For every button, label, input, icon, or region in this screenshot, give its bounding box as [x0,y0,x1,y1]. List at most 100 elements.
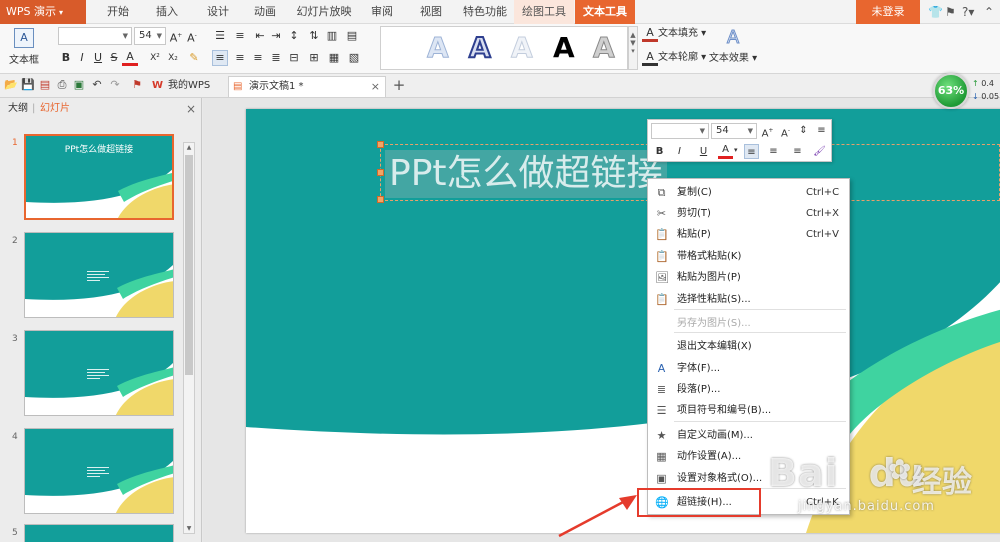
feedback-icon[interactable]: ⚑ [945,4,956,20]
bullets-icon[interactable]: ☰ [212,28,228,44]
numbering-icon[interactable]: ≡ [232,28,248,44]
tab-document[interactable]: ▤ 演示文稿1 * × [228,76,386,97]
resize-handle[interactable] [377,141,384,148]
text-style-3[interactable]: A [511,31,534,65]
close-panel-icon[interactable]: × [186,98,196,120]
distribute-icon[interactable]: ⊟ [286,50,302,66]
slide-thumbnail-3[interactable] [24,330,174,416]
scroll-thumb[interactable] [185,155,193,375]
smart-art-icon[interactable]: ▧ [346,50,362,66]
undo-icon[interactable]: ↶ [90,78,104,92]
tab-text-tools[interactable]: 文本工具 [575,0,635,24]
context-menu-item[interactable]: ☰ 项目符号和编号(B)... [649,400,850,421]
text-style-5[interactable]: A [593,31,616,65]
print-icon[interactable]: ⎙ [55,78,69,92]
align-center-icon[interactable]: ≡ [232,50,248,66]
text-effects-button[interactable]: A 文本效果 ▾ [708,27,758,65]
skin-icon[interactable]: 👕 [928,4,943,20]
context-menu-item[interactable]: 🖼 粘贴为图片(P) [649,267,850,288]
context-menu-item[interactable]: 📋 带格式粘贴(K) [649,246,850,267]
text-style-1[interactable]: A [427,31,450,65]
decrease-indent-icon[interactable]: ⇤ [252,28,268,44]
bold-button[interactable]: B [58,50,74,66]
context-menu-item[interactable]: ⧉ 复制(C) Ctrl+C [649,182,850,203]
line-spacing-icon[interactable]: ↕ [286,28,302,44]
customize-quickbar-icon[interactable]: ⚑ [130,78,144,92]
save-icon[interactable]: 💾 [21,78,35,92]
close-tab-icon[interactable]: × [371,77,380,97]
font-name-select[interactable]: ▼ [58,27,132,45]
italic-button[interactable]: I [74,50,90,66]
tab-drawing-tools[interactable]: 绘图工具 [514,0,574,24]
slide-thumbnail-5[interactable] [24,524,174,542]
text-style-4[interactable]: A [553,31,575,65]
resize-handle[interactable] [377,169,384,176]
subscript-button[interactable]: X₂ [164,50,182,66]
scroll-down-icon[interactable]: ▼ [184,525,194,532]
shrink-font-icon[interactable]: A- [184,28,200,45]
font-color-button[interactable]: A [122,50,138,66]
context-menu-item[interactable]: 📋 选择性粘贴(S)... [649,289,850,310]
align-text-icon[interactable]: ▤ [344,28,360,44]
slides-scrollbar[interactable]: ▲ ▼ [183,142,195,534]
context-menu-item[interactable]: A 字体(F)... [649,358,850,379]
paragraph-spacing-icon[interactable]: ≡ [814,123,829,138]
underline-button[interactable]: U [90,50,106,66]
line-spacing-icon[interactable]: ⇕ [796,123,811,138]
menu-item-6[interactable]: 审阅 [362,0,402,24]
gallery-scroll[interactable]: ▲ ▼ ▾ [628,26,638,70]
mini-underline-button[interactable]: U [696,144,711,159]
clear-format-icon[interactable]: ✎ [186,50,202,66]
resize-handle[interactable] [377,196,384,203]
increase-indent-icon[interactable]: ⇥ [268,28,284,44]
mini-font-name-select[interactable]: ▼ [651,123,709,139]
mini-align-right-icon[interactable]: ≡ [790,144,805,159]
text-direction-icon[interactable]: ⇅ [306,28,322,44]
context-menu-item[interactable]: ≣ 段落(P)... [649,379,850,400]
slide-thumbnail-2[interactable] [24,232,174,318]
mini-align-center-icon[interactable]: ≡ [766,144,781,159]
wps-app-menu-button[interactable]: WPS 演示 ▾ [0,0,86,24]
collapse-icon[interactable]: ⌃ [984,4,994,20]
mini-align-left-icon[interactable]: ≡ [744,144,759,159]
mini-font-color-button[interactable]: A [718,144,733,159]
chevron-down-icon[interactable]: ▾ [734,146,738,154]
superscript-button[interactable]: X² [146,50,164,66]
context-menu-item[interactable]: ✂ 剪切(T) Ctrl+X [649,203,850,224]
justify-icon[interactable]: ≣ [268,50,284,66]
strikethrough-button[interactable]: S [106,50,122,66]
mini-italic-button[interactable]: I [672,144,687,159]
menu-item-2[interactable]: 插入 [147,0,187,24]
redo-icon[interactable]: ↷ [108,78,122,92]
text-style-2[interactable]: A [468,30,492,65]
performance-gauge[interactable]: 63% [933,73,969,109]
context-menu-item[interactable]: 退出文本编辑(X) [649,336,850,357]
menu-item-3[interactable]: 设计 [198,0,238,24]
slide-title[interactable]: PPt怎么做超链接 [385,150,667,198]
scroll-up-icon[interactable]: ▲ [184,144,194,151]
text-outline-button[interactable]: 文本轮廓 ▾ [658,51,706,65]
mini-font-size-select[interactable]: 54 ▼ [711,123,757,139]
new-tab-button[interactable]: + [392,78,406,93]
print-preview-icon[interactable]: ▣ [72,78,86,92]
menu-item-7[interactable]: 视图 [411,0,451,24]
login-button[interactable]: 未登录 [856,0,920,24]
align-right-icon[interactable]: ≡ [250,50,266,66]
shrink-font-icon[interactable]: A- [778,123,793,139]
menu-item-5[interactable]: 幻灯片放映 [292,0,356,24]
textbox-button[interactable]: A 文本框 [6,28,42,66]
menu-item-1[interactable]: 开始 [98,0,138,24]
font-size-select[interactable]: 54 ▼ [134,27,166,45]
text-outline-icon[interactable]: A [642,50,658,66]
align-left-icon[interactable]: ≡ [212,50,228,66]
vertical-align-icon[interactable]: ⊞ [306,50,322,66]
text-fill-button[interactable]: 文本填充 ▾ [658,27,706,41]
tab-slides[interactable]: 幻灯片 [40,98,70,120]
help-icon[interactable]: ?▾ [962,4,974,20]
text-box-align-icon[interactable]: ▦ [326,50,342,66]
context-menu-item[interactable]: ★ 自定义动画(M)... [649,425,850,446]
format-painter-icon[interactable]: 🖌 [812,144,827,159]
tab-outline[interactable]: 大纲 [8,98,28,120]
menu-item-8[interactable]: 特色功能 [457,0,513,24]
columns-icon[interactable]: ▥ [324,28,340,44]
